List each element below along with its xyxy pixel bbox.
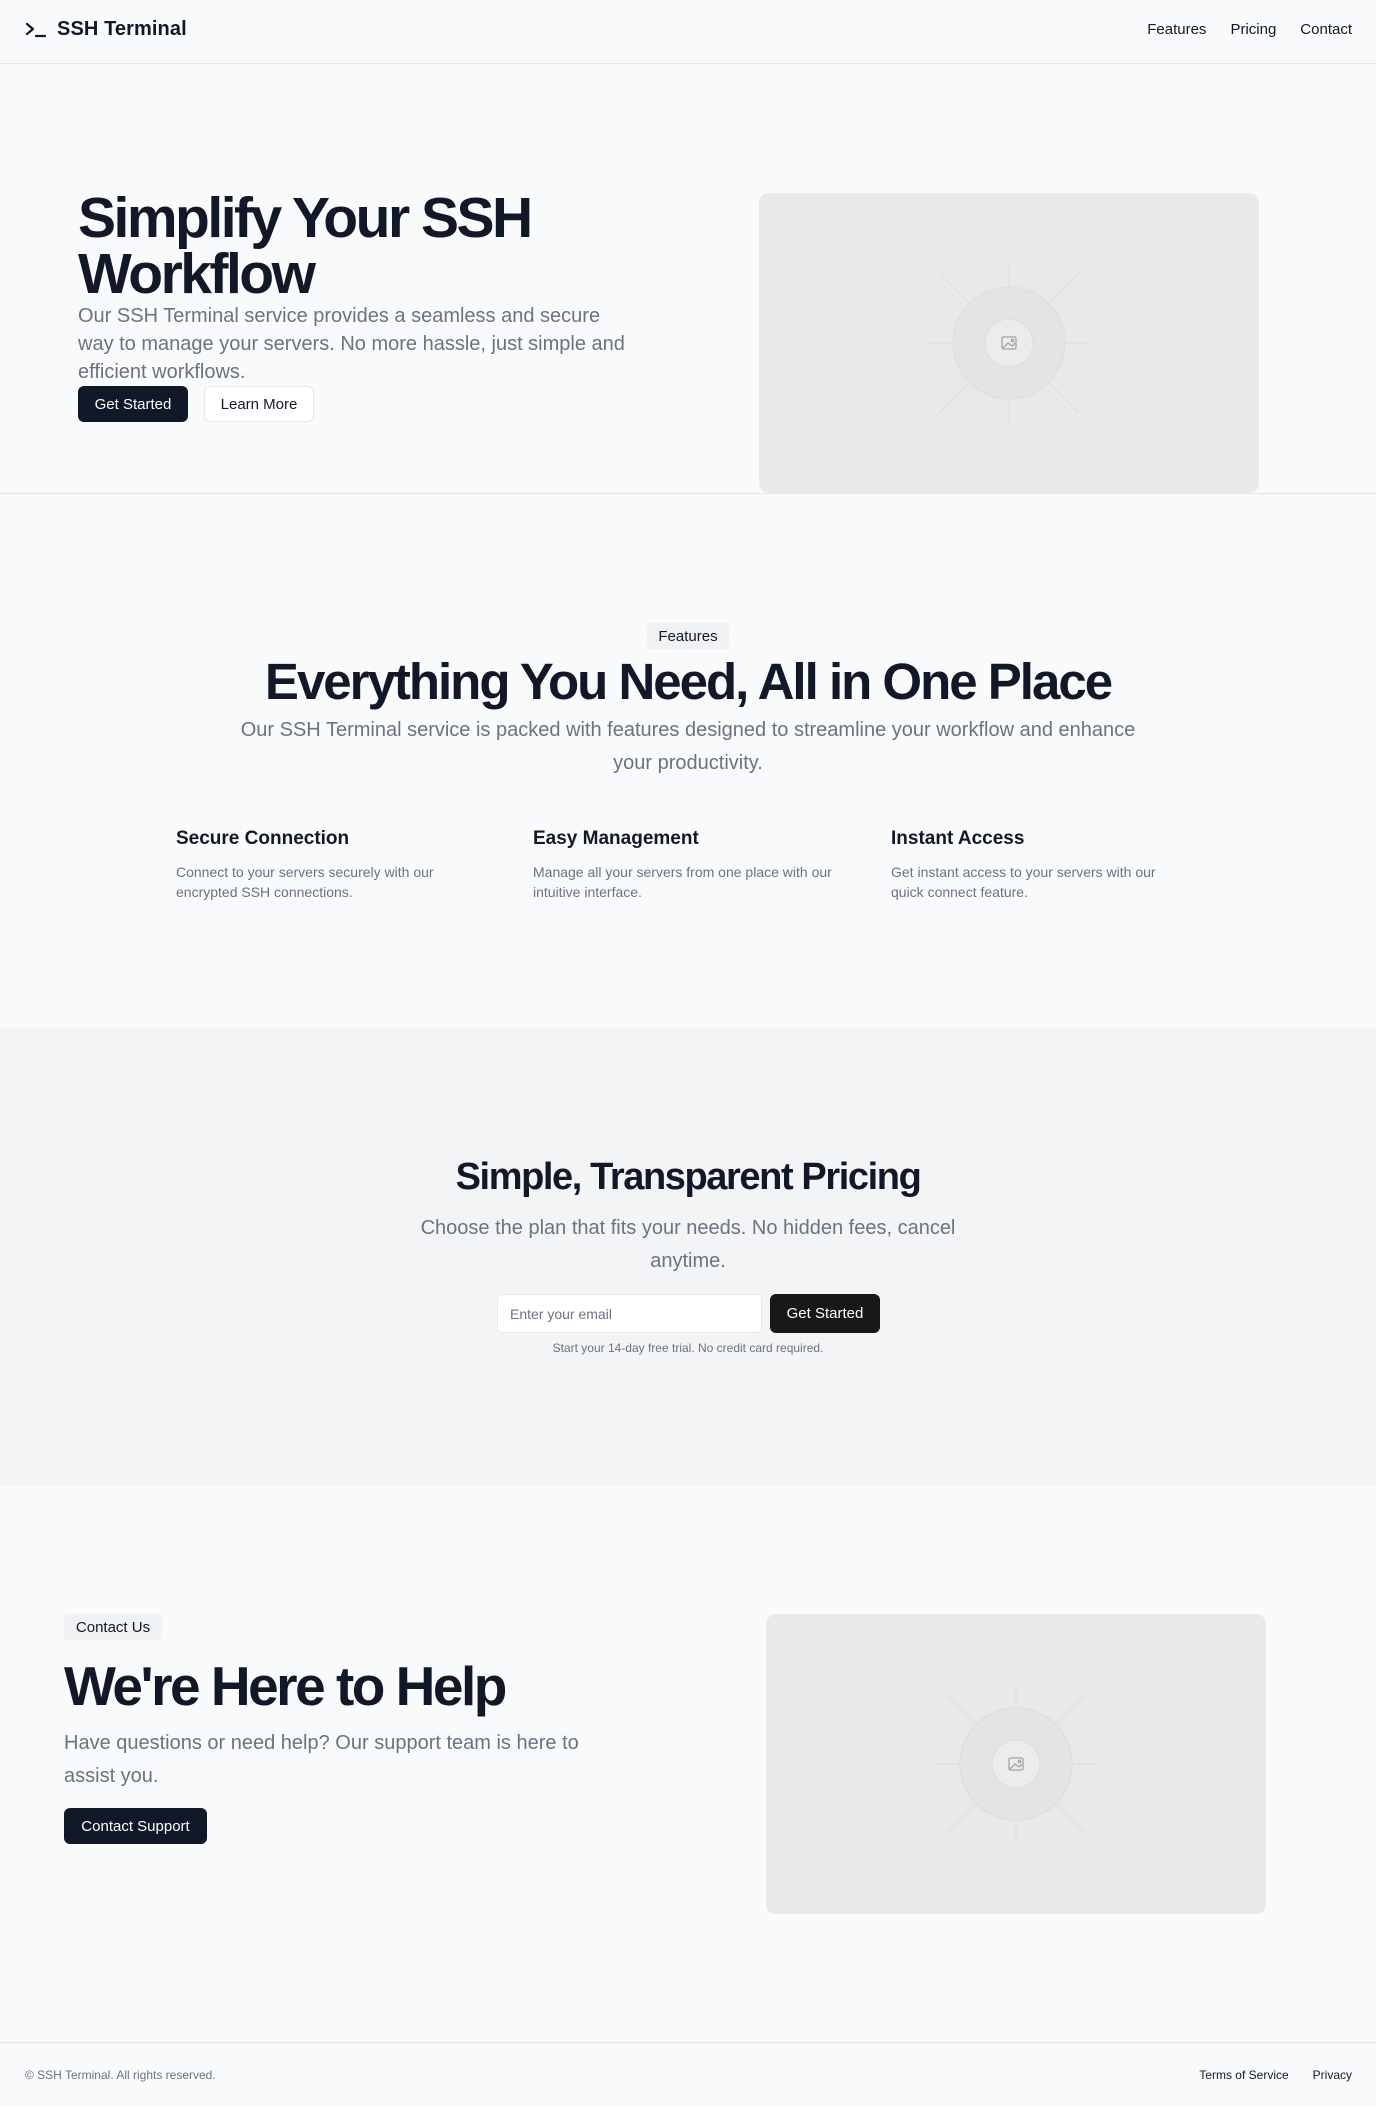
terminal-prompt-icon	[25, 19, 47, 41]
brand-name: SSH Terminal	[57, 18, 187, 40]
feature-title: Secure Connection	[176, 828, 350, 849]
features-title: Everything You Need, All in One Place	[264, 653, 1113, 710]
footer-copyright: © SSH Terminal. All rights reserved.	[25, 2068, 216, 2082]
contact-support-button[interactable]: Contact Support	[64, 1808, 207, 1844]
footer-links: Terms of Service Privacy	[1199, 2068, 1352, 2082]
nav-pricing-link[interactable]: Pricing	[1230, 21, 1276, 38]
feature-card-secure: Secure Connection Connect to your server…	[176, 828, 476, 902]
pricing-note: Start your 14-day free trial. No credit …	[552, 1341, 824, 1355]
terms-link[interactable]: Terms of Service	[1199, 2068, 1288, 2082]
feature-card-management: Easy Management Manage all your servers …	[533, 828, 833, 902]
learn-more-button[interactable]: Learn More	[204, 386, 314, 422]
feature-title: Easy Management	[533, 828, 699, 849]
features-description: Our SSH Terminal service is packed with …	[240, 719, 1136, 774]
pricing-description: Choose the plan that fits your needs. No…	[420, 1217, 956, 1272]
hero-title: Simplify Your SSH Workflow	[78, 186, 533, 306]
contact-description: Have questions or need help? Our support…	[64, 1732, 579, 1787]
hero-description: Our SSH Terminal service provides a seam…	[78, 305, 625, 383]
main-nav: Features Pricing Contact	[1147, 21, 1352, 38]
features-badge: Features	[647, 623, 729, 649]
hero-image-placeholder	[759, 193, 1259, 493]
contact-badge: Contact Us	[64, 1614, 162, 1640]
feature-description: Manage all your servers from one place w…	[533, 864, 832, 900]
nav-features-link[interactable]: Features	[1147, 21, 1206, 38]
contact-image-placeholder	[766, 1614, 1266, 1914]
pricing-title: Simple, Transparent Pricing	[455, 1156, 922, 1198]
brand[interactable]: SSH Terminal	[25, 18, 187, 41]
feature-card-access: Instant Access Get instant access to you…	[891, 828, 1191, 902]
privacy-link[interactable]: Privacy	[1313, 2068, 1352, 2082]
pricing-get-started-button[interactable]: Get Started	[770, 1294, 880, 1333]
feature-title: Instant Access	[891, 828, 1025, 849]
email-input[interactable]	[497, 1294, 762, 1333]
image-placeholder-graphic	[929, 263, 1089, 423]
nav-contact-link[interactable]: Contact	[1300, 21, 1352, 38]
feature-description: Connect to your servers securely with ou…	[176, 864, 434, 900]
image-placeholder-graphic	[936, 1684, 1096, 1844]
contact-title: We're Here to Help	[64, 1655, 507, 1717]
feature-description: Get instant access to your servers with …	[891, 864, 1156, 900]
get-started-button[interactable]: Get Started	[78, 386, 188, 422]
